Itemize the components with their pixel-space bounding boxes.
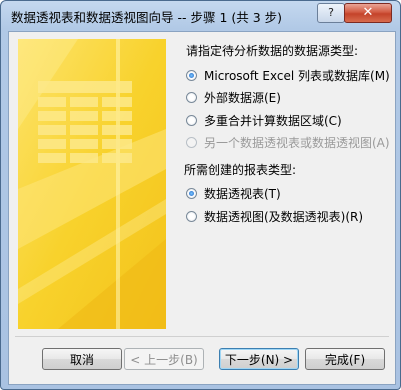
report-type-heading: 所需创建的报表类型: — [184, 163, 297, 177]
next-button[interactable]: 下一步(N) > — [219, 348, 299, 370]
option-label: Microsoft Excel 列表或数据库(M) — [204, 68, 390, 83]
back-button: < 上一步(B) — [124, 348, 204, 370]
data-source-heading: 请指定待分析数据的数据源类型: — [186, 44, 359, 58]
options-panel: 请指定待分析数据的数据源类型: Microsoft Excel 列表或数据库(M… — [172, 32, 395, 332]
radio-icon[interactable] — [186, 114, 197, 126]
option-multiple-ranges[interactable]: 多重合并计算数据区域(C) — [186, 111, 342, 129]
radio-disabled-icon — [186, 136, 197, 148]
option-label: 另一个数据透视表或数据透视图(A) — [204, 135, 390, 150]
button-separator — [15, 336, 389, 337]
option-excel-list[interactable]: Microsoft Excel 列表或数据库(M) — [186, 66, 390, 84]
wizard-illustration — [18, 39, 166, 329]
option-label: 数据透视图(及数据透视表)(R) — [204, 209, 364, 224]
close-button[interactable]: ✕ — [344, 3, 392, 23]
wizard-client-area: 请指定待分析数据的数据源类型: Microsoft Excel 列表或数据库(M… — [8, 31, 396, 385]
wizard-window: 数据透视表和数据透视图向导 -- 步骤 1 (共 3 步) ? ✕ 请指定待分析… — [0, 0, 401, 390]
option-label: 数据透视表(T) — [204, 186, 281, 201]
pivot-table-illustration-icon — [18, 39, 166, 329]
option-pivot-chart[interactable]: 数据透视图(及数据透视表)(R) — [186, 207, 363, 225]
option-external-source[interactable]: 外部数据源(E) — [186, 88, 281, 106]
option-pivot-table[interactable]: 数据透视表(T) — [186, 184, 281, 202]
cancel-button[interactable]: 取消 — [42, 348, 122, 370]
finish-button[interactable]: 完成(F) — [305, 348, 385, 370]
option-another-pivot: 另一个数据透视表或数据透视图(A) — [186, 133, 390, 151]
help-button[interactable]: ? — [317, 3, 345, 23]
window-title: 数据透视表和数据透视图向导 -- 步骤 1 (共 3 步) — [11, 10, 283, 25]
radio-selected-icon[interactable] — [186, 187, 197, 199]
radio-selected-icon[interactable] — [186, 69, 197, 81]
option-label: 多重合并计算数据区域(C) — [204, 113, 342, 128]
radio-icon[interactable] — [186, 210, 197, 222]
option-label: 外部数据源(E) — [204, 90, 281, 105]
title-bar[interactable]: 数据透视表和数据透视图向导 -- 步骤 1 (共 3 步) ? ✕ — [1, 1, 400, 29]
radio-icon[interactable] — [186, 91, 197, 103]
